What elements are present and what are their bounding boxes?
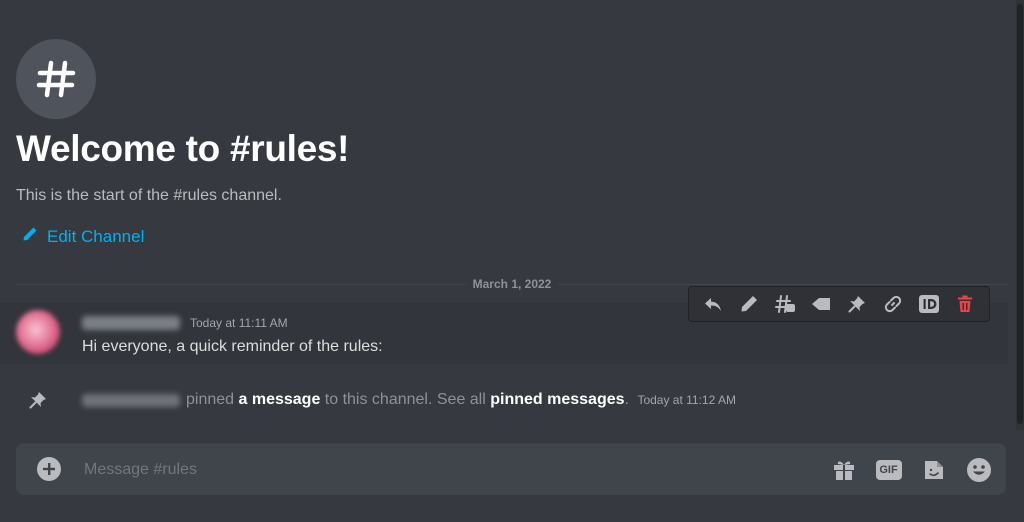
gift-icon[interactable] <box>830 456 857 483</box>
system-timestamp[interactable]: Today at 11:12 AM <box>637 393 736 407</box>
system-middle-text: to this channel. See all <box>324 391 486 408</box>
pinner-name-redacted[interactable] <box>82 394 180 407</box>
gif-icon[interactable]: GIF <box>875 456 902 483</box>
message-timestamp[interactable]: Today at 11:11 AM <box>190 316 288 330</box>
scrollbar-track[interactable] <box>1016 0 1024 430</box>
add-icon[interactable] <box>37 457 61 486</box>
welcome-title: Welcome to #rules! <box>16 128 350 169</box>
message-actions-toolbar <box>688 286 990 322</box>
edit-channel-label: Edit Channel <box>47 226 145 246</box>
channel-hash-icon <box>16 39 96 119</box>
edit-channel-button[interactable]: Edit Channel <box>22 226 144 247</box>
message-input[interactable] <box>82 443 786 497</box>
reply-icon[interactable] <box>701 292 725 316</box>
pin-icon[interactable] <box>845 292 869 316</box>
message-composer: GIF <box>16 443 1006 497</box>
copy-link-icon[interactable] <box>881 292 905 316</box>
mark-unread-icon[interactable] <box>809 292 833 316</box>
gif-label: GIF <box>875 459 902 480</box>
pencil-icon <box>22 226 38 247</box>
message-content: Hi everyone, a quick reminder of the rul… <box>82 338 383 355</box>
delete-icon[interactable] <box>953 292 977 316</box>
create-thread-icon[interactable] <box>773 292 797 316</box>
pinned-word: pinned <box>186 391 235 408</box>
date-divider-label: March 1, 2022 <box>466 277 558 291</box>
sticker-icon[interactable] <box>920 456 947 483</box>
avatar[interactable] <box>16 310 60 354</box>
pin-icon <box>28 390 48 415</box>
author-name-redacted[interactable] <box>82 316 180 330</box>
system-end-text: . <box>624 391 629 408</box>
system-message-text: pinned a message to this channel. See al… <box>186 391 736 409</box>
pinned-message-link[interactable]: a message <box>239 391 321 408</box>
welcome-subtitle: This is the start of the #rules channel. <box>16 187 282 204</box>
system-message-pinned: pinned a message to this channel. See al… <box>0 386 1008 414</box>
copy-id-icon[interactable] <box>917 292 941 316</box>
edit-icon[interactable] <box>737 292 761 316</box>
scrollbar-thumb[interactable] <box>1017 4 1023 424</box>
emoji-icon[interactable] <box>965 456 992 483</box>
pinned-messages-link[interactable]: pinned messages <box>490 391 624 408</box>
